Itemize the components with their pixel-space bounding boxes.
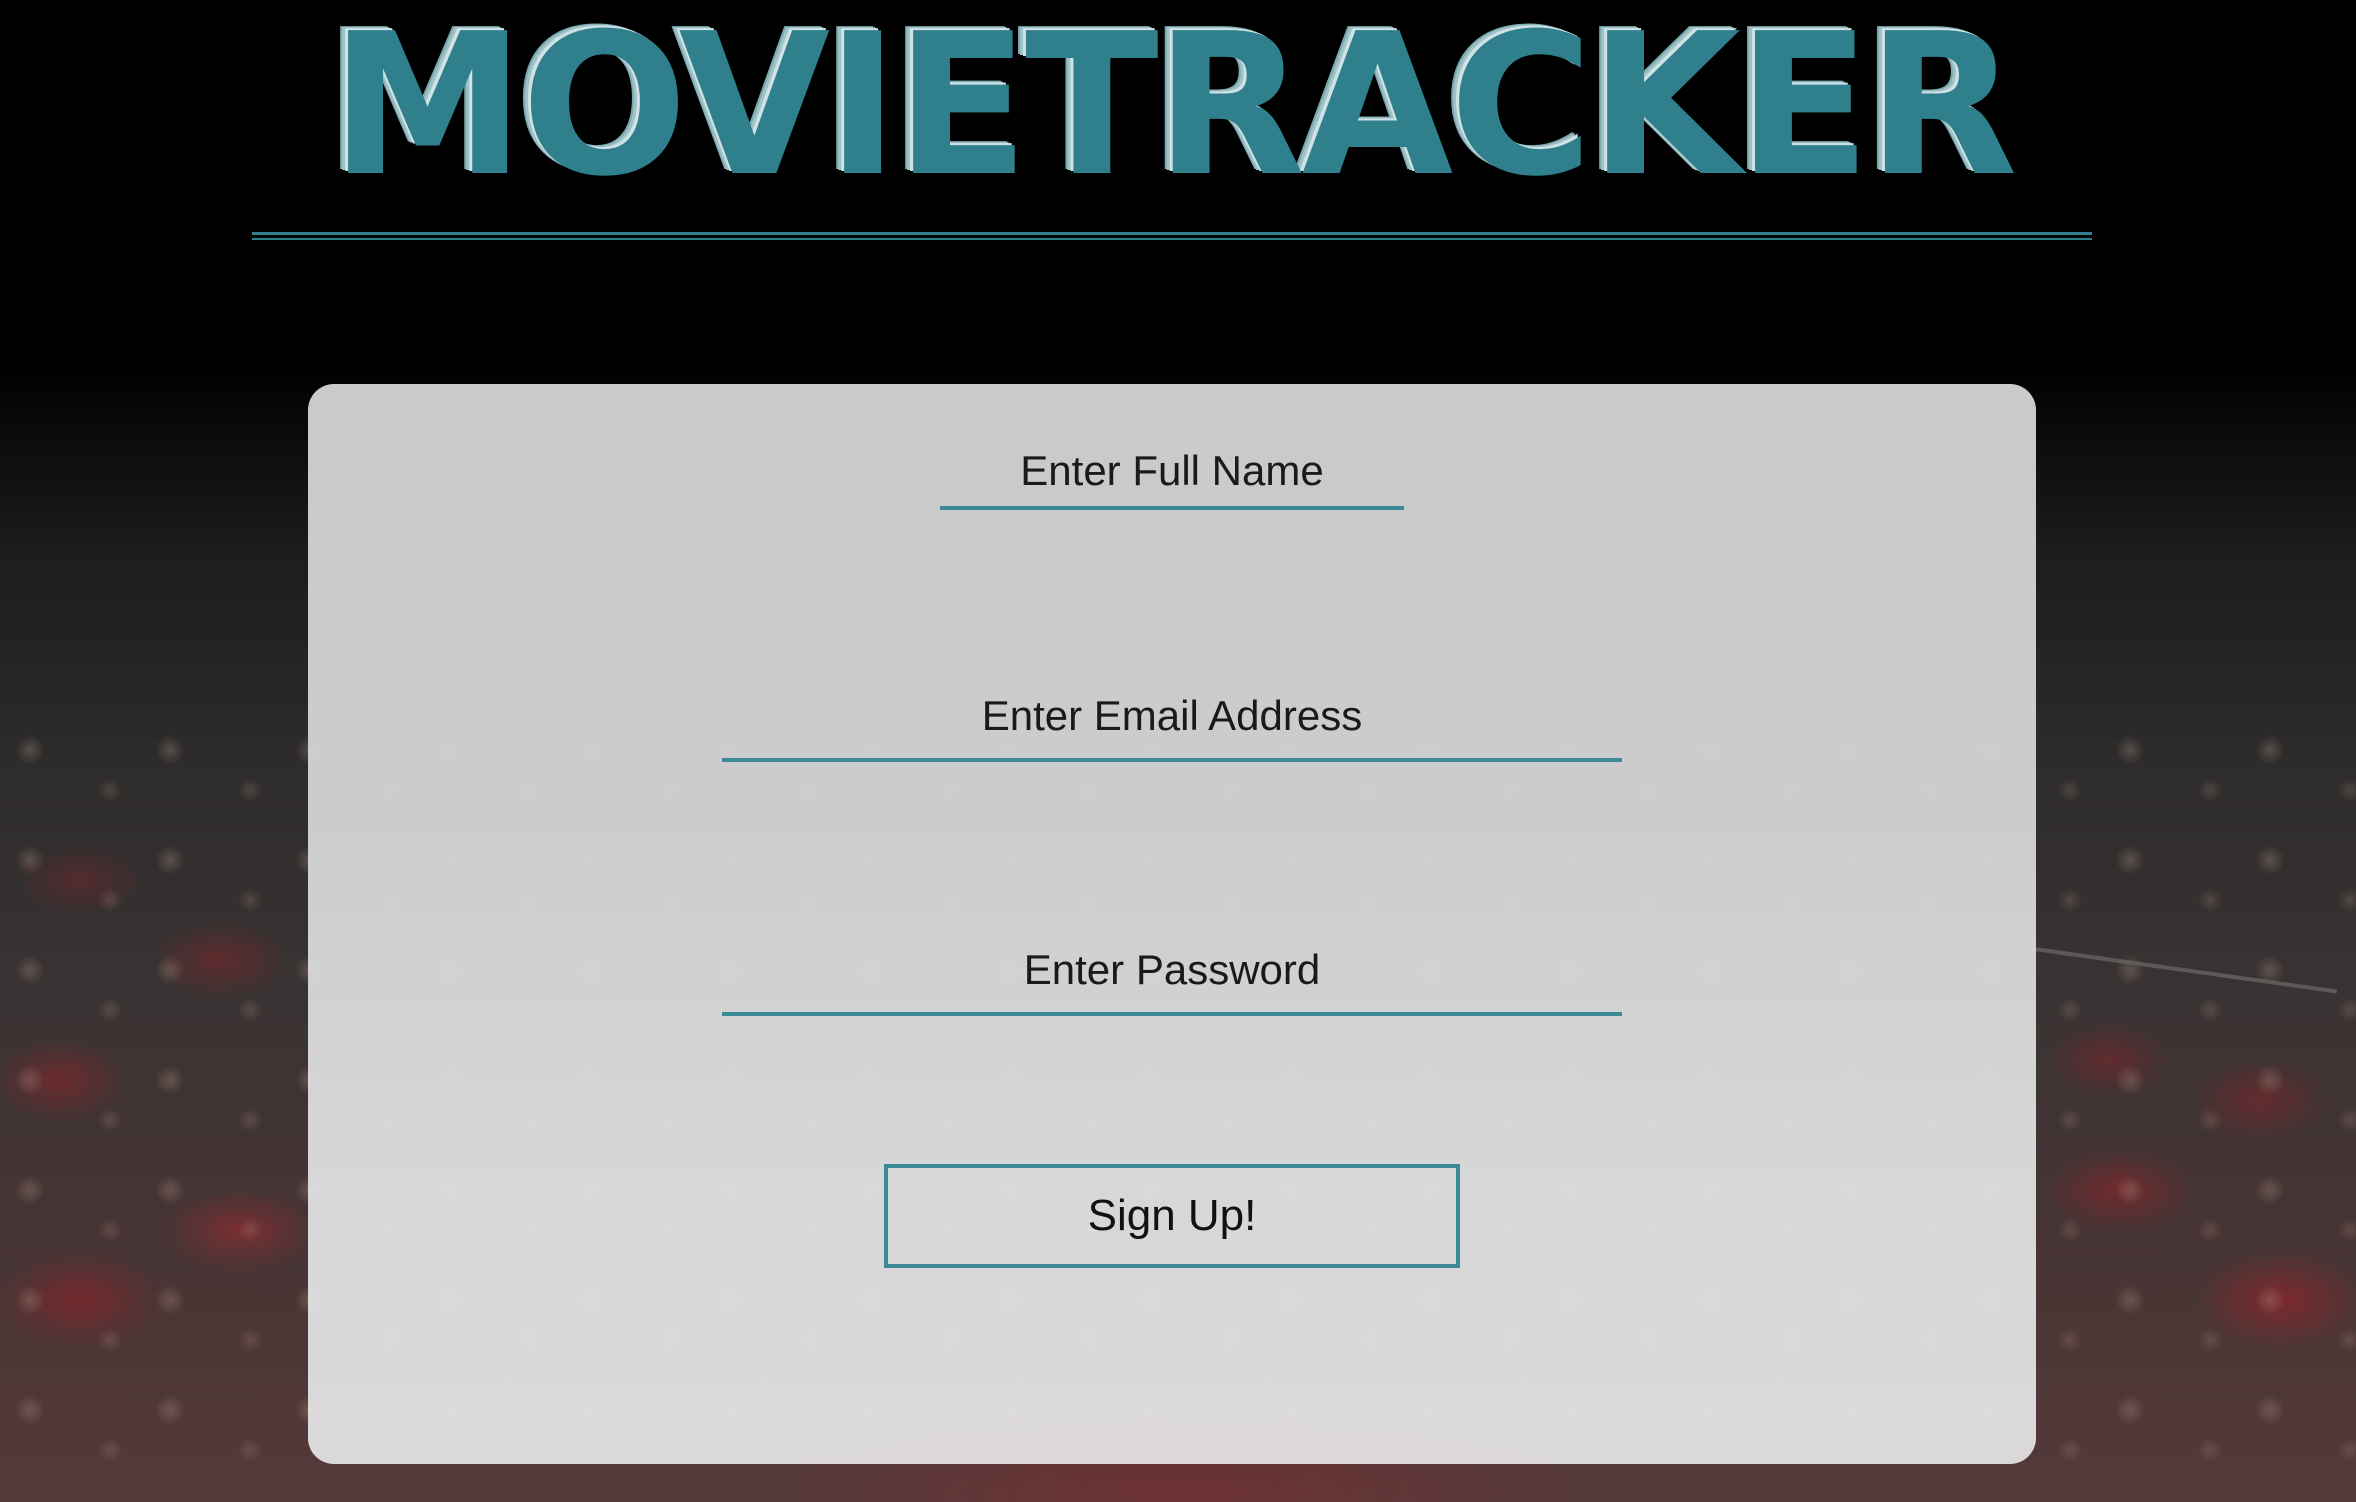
password-input[interactable] xyxy=(722,928,1622,1016)
sign-up-button[interactable]: Sign Up! xyxy=(884,1164,1460,1268)
signup-page: MOVIETRACKER Sign Up! xyxy=(0,0,2356,1502)
title-underline xyxy=(252,232,2092,240)
signup-card xyxy=(308,384,2036,1464)
email-input[interactable] xyxy=(722,674,1622,762)
full-name-input[interactable] xyxy=(940,436,1404,510)
app-title: MOVIETRACKER xyxy=(330,0,2018,220)
